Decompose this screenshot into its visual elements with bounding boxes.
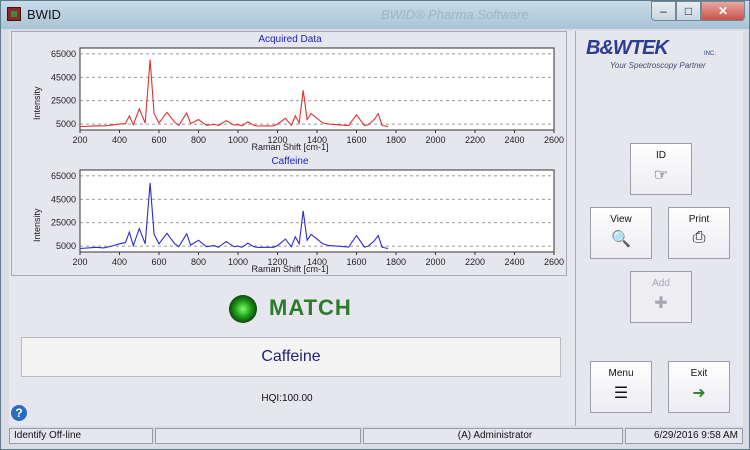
- status-empty: [155, 428, 361, 444]
- caffeine-chart: Caffeine Intensity 65000 45000 25000 5000 20…: [12, 154, 568, 276]
- title-bar[interactable]: BWID BWID® Pharma Software – □ ✕: [1, 1, 749, 29]
- y-tick-label: 5000: [56, 241, 76, 251]
- view-button-label: View: [610, 214, 632, 225]
- acquired-data-chart: Acquired Data Intensity 65000 45000 25000 5…: [12, 32, 568, 154]
- y-tick-label: 5000: [56, 119, 76, 129]
- background-window-title: BWID® Pharma Software: [381, 7, 529, 22]
- x-axis-label: Raman Shift [cm-1]: [251, 142, 329, 152]
- main-content: Acquired Data Intensity 65000 45000 25000 5…: [9, 31, 743, 426]
- exit-button-label: Exit: [690, 368, 708, 379]
- close-button[interactable]: ✕: [701, 1, 745, 21]
- matched-compound-field: Caffeine: [21, 337, 561, 377]
- logo-tagline: Your Spectroscopy Partner: [610, 61, 706, 70]
- status-user: (A) Administrator: [363, 428, 623, 444]
- menu-list-icon: ☰: [613, 385, 629, 402]
- y-tick-label: 45000: [51, 194, 76, 204]
- status-bar: Identify Off-line (A) Administrator 6/29…: [9, 428, 743, 446]
- app-icon: [7, 7, 21, 21]
- company-logo: B&WTEK INC. Your Spectroscopy Partner: [586, 35, 736, 73]
- print-button[interactable]: Print ⎙: [668, 207, 730, 259]
- exit-door-icon: ➜: [692, 385, 706, 402]
- menu-button-label: Menu: [608, 368, 634, 379]
- x-axis-label: Raman Shift [cm-1]: [251, 264, 329, 274]
- y-tick-label: 65000: [51, 49, 76, 59]
- add-button[interactable]: Add ✚: [630, 271, 692, 323]
- magnifier-icon: 🔍: [611, 231, 631, 248]
- maximize-button[interactable]: □: [676, 1, 701, 21]
- side-panel: B&WTEK INC. Your Spectroscopy Partner ID…: [575, 31, 743, 426]
- id-button[interactable]: ID ☞: [630, 143, 692, 195]
- charts-panel: Acquired Data Intensity 65000 45000 25000 5…: [11, 31, 567, 276]
- status-mode: Identify Off-line: [9, 428, 153, 444]
- hqi-value: HQI:100.00: [261, 393, 313, 404]
- caffeine-plot: 6500045000250005000200 400 600 800 1000 1200 1…: [51, 169, 564, 267]
- pointing-hand-icon: ☞: [653, 167, 669, 184]
- exit-button[interactable]: Exit ➜: [668, 361, 730, 413]
- app-window: BWID BWID® Pharma Software – □ ✕ Acquire…: [0, 0, 750, 450]
- plus-icon: ✚: [654, 295, 668, 312]
- menu-button[interactable]: Menu ☰: [590, 361, 652, 413]
- window-title: BWID: [27, 7, 61, 22]
- help-icon[interactable]: ?: [11, 405, 27, 421]
- status-datetime: 6/29/2016 9:58 AM: [625, 428, 743, 444]
- logo-inc: INC.: [704, 51, 716, 57]
- minimize-button[interactable]: –: [651, 1, 676, 21]
- acquired-data-plot: 6500045000250005000200 400 600 800 1000 1200 1…: [51, 47, 564, 145]
- y-tick-label: 45000: [51, 72, 76, 82]
- id-button-label: ID: [656, 150, 666, 161]
- print-button-label: Print: [688, 214, 710, 225]
- view-button[interactable]: View 🔍: [590, 207, 652, 259]
- match-status-text: MATCH: [269, 295, 352, 320]
- printer-icon: ⎙: [692, 229, 706, 246]
- logo-brand: B&WTEK: [586, 37, 669, 59]
- y-tick-label: 65000: [51, 171, 76, 181]
- y-tick-label: 25000: [51, 96, 76, 106]
- add-button-label: Add: [652, 278, 670, 289]
- y-tick-label: 25000: [51, 218, 76, 228]
- match-status-light-icon: [229, 295, 257, 323]
